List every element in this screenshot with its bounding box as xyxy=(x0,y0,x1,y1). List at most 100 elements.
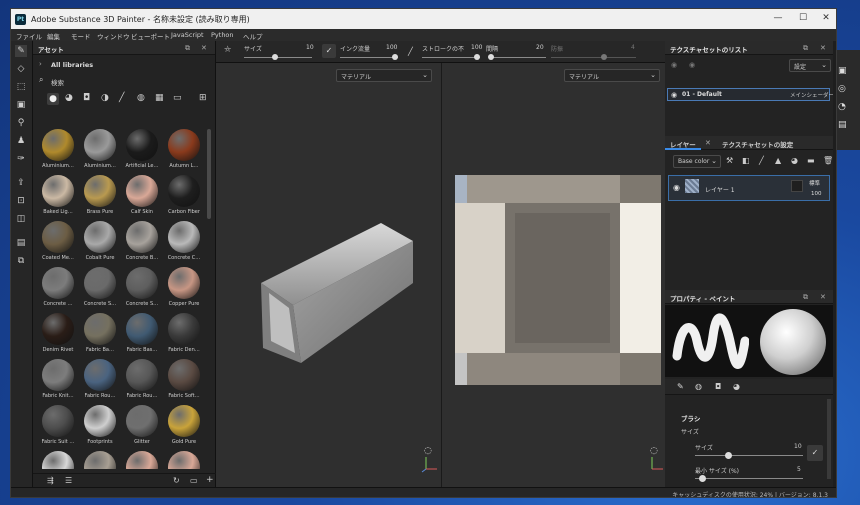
masks-filter-icon[interactable]: ◘ xyxy=(83,93,90,103)
menu-viewport[interactable]: ビューポート xyxy=(131,31,170,41)
material-tab-icon[interactable]: ◕ xyxy=(733,382,740,391)
properties-scrollbar[interactable] xyxy=(827,399,831,479)
smart-materials-filter-icon[interactable]: ◕ xyxy=(65,93,73,103)
close-panel-icon[interactable]: ✕ xyxy=(820,293,826,301)
add-smart-material-icon[interactable]: ◕ xyxy=(791,156,798,165)
flow-slider[interactable] xyxy=(340,57,398,58)
asset-item[interactable]: Calf Skin xyxy=(121,175,163,219)
size-slider-knob[interactable] xyxy=(272,54,278,60)
close-button[interactable]: ✕ xyxy=(819,13,833,25)
asset-item[interactable]: Concrete S… xyxy=(121,267,163,311)
tab-texture-set-settings[interactable]: テクスチャセットの設定 xyxy=(717,136,798,150)
solo-icon[interactable]: ◉ xyxy=(689,61,695,69)
asset-item[interactable]: Artificial Le… xyxy=(121,129,163,173)
brush-size-slider-knob[interactable] xyxy=(725,452,732,459)
grid-view-icon[interactable]: ⊞ xyxy=(199,93,207,103)
close-panel-icon[interactable]: ✕ xyxy=(820,44,826,52)
channel-dropdown[interactable]: Base color ⌄ xyxy=(673,155,721,168)
add-effect-icon[interactable]: ⚒ xyxy=(726,156,733,165)
layer-mask-slot[interactable] xyxy=(791,180,803,192)
menu-file[interactable]: ファイル xyxy=(16,31,42,41)
folder-icon[interactable]: ▭ xyxy=(190,476,198,485)
pen-pressure-icon[interactable]: ✓ xyxy=(322,44,336,58)
asset-item[interactable]: Fabric Ba… xyxy=(79,313,121,357)
alpha-tab-icon[interactable]: ◍ xyxy=(695,382,702,391)
layer-opacity[interactable]: 100 xyxy=(811,191,822,197)
environment-filter-icon[interactable]: ▭ xyxy=(173,93,182,103)
asset-item[interactable]: Glitter xyxy=(121,405,163,449)
asset-item[interactable]: Gold Pure xyxy=(163,405,205,449)
viewport-3d-channel-dropdown[interactable]: マテリアル ⌄ xyxy=(336,69,432,82)
asset-item[interactable]: Fabric Rou… xyxy=(121,359,163,403)
asset-item[interactable]: Footprints xyxy=(79,405,121,449)
asset-item[interactable]: Concrete C… xyxy=(163,221,205,265)
alphas-filter-icon[interactable]: ◍ xyxy=(137,93,145,103)
min-size-slider[interactable] xyxy=(695,478,803,479)
close-tab-icon[interactable]: ✕ xyxy=(705,139,711,147)
asset-item[interactable] xyxy=(163,451,205,469)
asset-item[interactable]: Baked Lig… xyxy=(37,175,79,219)
projection-icon[interactable]: ⬚ xyxy=(15,81,27,93)
asset-item[interactable]: Aluminium… xyxy=(79,129,121,173)
close-panel-icon[interactable]: ✕ xyxy=(201,44,207,52)
asset-item[interactable]: Autumn L… xyxy=(163,129,205,173)
float-panel-icon[interactable]: ⧉ xyxy=(185,44,190,53)
chevron-right-icon[interactable]: › xyxy=(39,60,42,68)
shader-settings-icon[interactable]: ◎ xyxy=(838,84,846,94)
library-selector[interactable]: All libraries xyxy=(51,61,93,69)
size-slider[interactable] xyxy=(244,57,312,58)
import-icon[interactable]: ⇶ xyxy=(47,476,54,485)
textures-filter-icon[interactable]: ▦ xyxy=(155,93,164,103)
menu-python[interactable]: Python xyxy=(211,31,234,39)
add-fill-layer-icon[interactable]: ▲ xyxy=(775,156,781,165)
blend-mode[interactable]: 標準 xyxy=(809,179,820,187)
document-icon[interactable]: ▤ xyxy=(15,237,27,249)
menu-javascript[interactable]: JavaScript xyxy=(171,31,204,39)
add-folder-icon[interactable]: ▬ xyxy=(807,156,815,165)
asset-item[interactable]: Cobalt Pure xyxy=(79,221,121,265)
viewport-2d-channel-dropdown[interactable]: マテリアル ⌄ xyxy=(564,69,660,82)
delete-layer-icon[interactable]: 🗑 xyxy=(823,156,833,165)
float-panel-icon[interactable]: ⧉ xyxy=(803,44,808,53)
eye-icon[interactable]: ◉ xyxy=(671,91,677,99)
menu-mode[interactable]: モード xyxy=(71,31,91,41)
asset-item[interactable]: Fabric Rou… xyxy=(79,359,121,403)
pen-pressure-toggle-icon[interactable]: ✓ xyxy=(807,445,823,461)
paint-brush-icon[interactable]: ✎ xyxy=(15,45,27,57)
history-icon[interactable]: ◔ xyxy=(838,102,846,112)
asset-item[interactable]: Fabric Knit… xyxy=(37,359,79,403)
add-asset-icon[interactable]: + xyxy=(206,475,214,485)
render-icon[interactable]: ◫ xyxy=(15,213,27,225)
layer-name[interactable]: レイヤー 1 xyxy=(705,185,735,194)
eraser-icon[interactable]: ◇ xyxy=(15,63,27,75)
asset-item[interactable] xyxy=(121,451,163,469)
asset-item[interactable]: Copper Pure xyxy=(163,267,205,311)
asset-item[interactable]: Carbon Fiber xyxy=(163,175,205,219)
asset-item[interactable]: Denim Rivet xyxy=(37,313,79,357)
texture-set-row[interactable]: ◉ 01 - Default メインシェーダー xyxy=(667,88,834,101)
asset-item[interactable]: Fabric Bas… xyxy=(121,313,163,357)
asset-item[interactable]: Brass Pure xyxy=(79,175,121,219)
bake-icon[interactable]: ⊡ xyxy=(15,195,27,207)
asset-item[interactable]: Concrete … xyxy=(37,267,79,311)
asset-item[interactable]: Aluminium… xyxy=(37,129,79,173)
asset-item[interactable]: Fabric Den… xyxy=(163,313,205,357)
add-paint-layer-icon[interactable]: ╱ xyxy=(759,156,764,165)
asset-item[interactable]: Concrete S… xyxy=(79,267,121,311)
texture-set-settings-dropdown[interactable]: 設定 ⌄ xyxy=(789,59,831,72)
refresh-icon[interactable]: ↻ xyxy=(173,476,180,485)
min-size-slider-knob[interactable] xyxy=(699,475,706,482)
library-settings-icon[interactable]: ☰ xyxy=(65,476,72,485)
visibility-icon[interactable]: ◉ xyxy=(671,61,677,69)
brush-tab-icon[interactable]: ✎ xyxy=(677,382,684,391)
asset-item[interactable]: Concrete B… xyxy=(121,221,163,265)
jitter-slider-knob[interactable] xyxy=(601,54,607,60)
brushes-filter-icon[interactable]: ╱ xyxy=(119,93,124,103)
menu-edit[interactable]: 編集 xyxy=(47,31,60,41)
asset-item[interactable] xyxy=(79,451,121,469)
search-input[interactable]: 検索 xyxy=(51,77,64,87)
add-mask-icon[interactable]: ◧ xyxy=(742,156,750,165)
color-picker-icon[interactable]: ✑ xyxy=(15,153,27,165)
filters-icon[interactable]: ◑ xyxy=(101,93,109,103)
tab-layers[interactable]: レイヤー xyxy=(665,136,701,150)
